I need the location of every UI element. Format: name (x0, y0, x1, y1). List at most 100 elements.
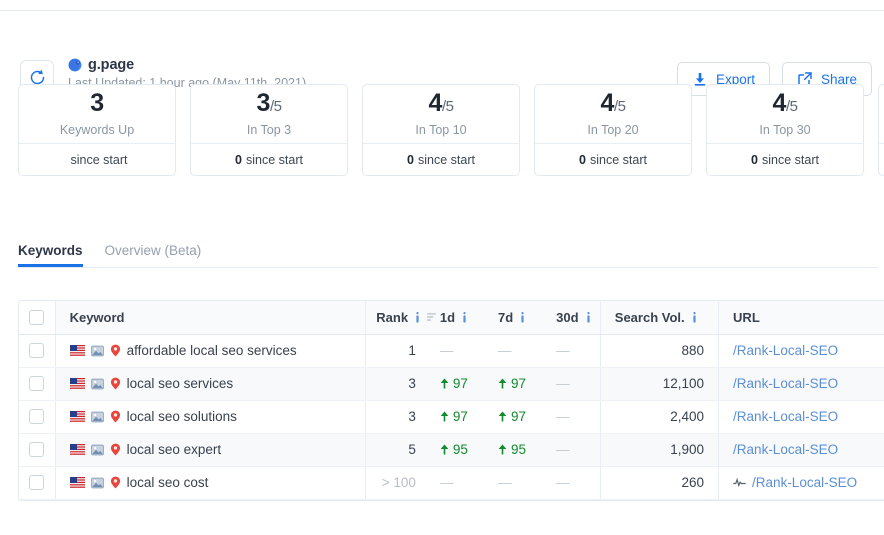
row-checkbox[interactable] (29, 376, 45, 392)
search-volume-cell: 260 (599, 466, 719, 500)
stat-denominator: /5 (441, 98, 454, 115)
table-body: affordable local seo services 1 — — — 88… (19, 334, 884, 500)
sort-icon[interactable] (427, 312, 437, 322)
page-header: g.page Last Updated: 1 hour ago (May 11t… (0, 26, 884, 96)
stat-delta: 0 (235, 152, 242, 167)
rank-cell: 5 (365, 433, 426, 467)
url-link[interactable]: /Rank-Local-SEO (733, 409, 838, 424)
us-flag-icon (69, 345, 85, 356)
stat-delta: 0 (751, 152, 758, 167)
row-checkbox[interactable] (29, 442, 45, 458)
rank-cell: > 100 (365, 466, 426, 500)
tab-bar: Keywords Overview (Beta) (18, 243, 878, 268)
refresh-circle-icon (29, 69, 46, 86)
map-pin-icon (110, 410, 121, 423)
keyword-text: local seo services (126, 376, 234, 391)
table-row: local seo services 3 97 97 — 12,100 /Ran… (19, 367, 884, 401)
stat-card-keywords-up: 3 Keywords Up since start (18, 84, 176, 176)
url-cell: /Rank-Local-SEO (718, 334, 884, 368)
row-checkbox[interactable] (29, 409, 45, 425)
delta-value: 97 (511, 408, 527, 424)
map-pin-icon (110, 344, 121, 357)
delta-1d-cell: 97 (425, 367, 485, 401)
rank-cell: 1 (365, 334, 426, 368)
column-header-url[interactable]: URL (718, 301, 884, 335)
tab-overview-beta[interactable]: Overview (Beta) (105, 243, 202, 267)
row-select-cell (19, 400, 56, 434)
stat-denominator: /5 (613, 98, 626, 115)
empty-value: — (556, 442, 570, 457)
keyword-text: local seo solutions (126, 409, 237, 424)
top-divider (0, 10, 884, 11)
url-cell: /Rank-Local-SEO (718, 466, 884, 500)
activity-pulse-icon[interactable] (733, 477, 746, 488)
info-icon[interactable] (413, 311, 422, 323)
stat-label: Keywords Up (59, 123, 135, 137)
delta-30d-cell: — (542, 400, 601, 434)
stat-footer (879, 143, 884, 175)
url-link[interactable]: /Rank-Local-SEO (733, 376, 838, 391)
stat-value: 4 (772, 89, 787, 117)
keyword-cell: local seo cost (55, 466, 366, 500)
url-link[interactable]: /Rank-Local-SEO (733, 442, 838, 457)
search-volume-cell: 12,100 (599, 367, 719, 401)
empty-value: — (556, 343, 570, 358)
stat-footer: 0 since start (535, 143, 691, 175)
search-volume-cell: 1,900 (599, 433, 719, 467)
column-header-7d[interactable]: 7d (484, 301, 543, 335)
empty-value: — (556, 475, 570, 490)
column-label-search-volume: Search Vol. (614, 309, 685, 325)
keyword-rank-tracker-page: g.page Last Updated: 1 hour ago (May 11t… (0, 0, 884, 535)
delta-7d-cell: 97 (484, 367, 543, 401)
arrow-up-icon (498, 411, 507, 422)
stat-denominator: /5 (785, 98, 798, 115)
table-header-row: Keyword Rank 1d 7d 30d Search Vol. URL (19, 301, 884, 335)
info-icon[interactable] (518, 311, 527, 323)
select-all-checkbox[interactable] (29, 310, 45, 326)
stat-card-overflow (878, 84, 884, 176)
row-checkbox[interactable] (29, 475, 45, 491)
url-cell: /Rank-Local-SEO (718, 367, 884, 401)
delta-1d-cell: 97 (425, 400, 485, 434)
search-volume-cell: 2,400 (599, 400, 719, 434)
info-icon[interactable] (690, 311, 699, 323)
arrow-up-icon (440, 411, 449, 422)
stat-label: In Top 10 (415, 123, 467, 137)
image-icon (90, 378, 104, 390)
delta-value: 95 (452, 441, 468, 457)
empty-value: — (556, 376, 570, 391)
stat-card-in-top-3: 3/5 In Top 3 0 since start (190, 84, 348, 176)
url-link[interactable]: /Rank-Local-SEO (733, 343, 838, 358)
empty-value: — (439, 343, 454, 358)
column-label-keyword: Keyword (69, 309, 125, 325)
table-row: affordable local seo services 1 — — — 88… (19, 334, 884, 368)
stat-delta-suffix: since start (417, 152, 475, 167)
keywords-table-container: Keyword Rank 1d 7d 30d Search Vol. URL a… (18, 300, 884, 501)
stat-delta-suffix: since start (70, 152, 128, 167)
stat-delta: 0 (407, 152, 414, 167)
column-header-keyword[interactable]: Keyword (55, 301, 366, 335)
url-cell: /Rank-Local-SEO (718, 433, 884, 467)
column-header-search-volume[interactable]: Search Vol. (599, 301, 719, 335)
url-link[interactable]: /Rank-Local-SEO (752, 475, 857, 490)
row-select-cell (19, 367, 56, 401)
tab-keywords[interactable]: Keywords (18, 243, 83, 267)
info-icon[interactable] (584, 311, 593, 323)
column-header-30d[interactable]: 30d (542, 301, 601, 335)
us-flag-icon (69, 477, 85, 488)
delta-30d-cell: — (542, 334, 601, 368)
delta-value: 97 (452, 408, 468, 424)
keyword-cell: affordable local seo services (55, 334, 366, 368)
column-label-url: URL (733, 309, 760, 325)
keyword-cell: local seo solutions (55, 400, 366, 434)
column-header-rank[interactable]: Rank (365, 301, 437, 335)
stat-card-in-top-10: 4/5 In Top 10 0 since start (362, 84, 520, 176)
globe-favicon (68, 58, 82, 72)
stat-value: 4 (600, 89, 615, 117)
row-checkbox[interactable] (29, 343, 45, 359)
map-pin-icon (110, 443, 121, 456)
stat-delta-suffix: since start (589, 152, 647, 167)
info-icon[interactable] (460, 311, 469, 323)
stat-delta-suffix: since start (761, 152, 819, 167)
arrow-up-icon (498, 444, 507, 455)
